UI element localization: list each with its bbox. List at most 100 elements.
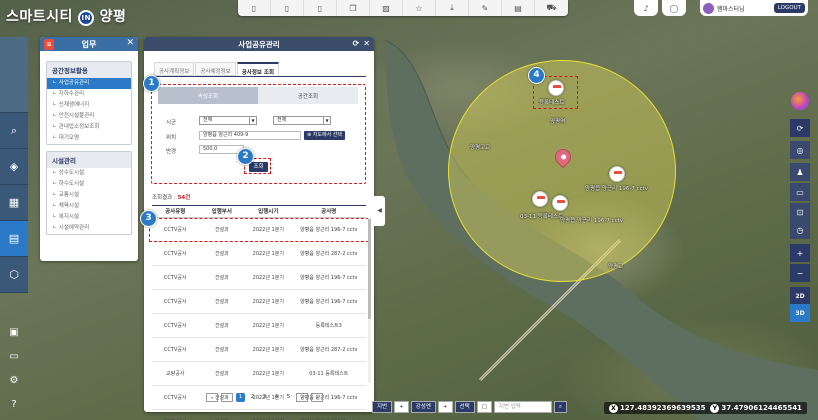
table-row[interactable]: CCTV공사건설과2022년 1분기양평읍 양근리 196-7 cctv	[152, 290, 366, 314]
menu-item[interactable]: ㄴ 신재생에너지	[47, 100, 131, 111]
table-row[interactable]: CCTV공사 건설과 2022년 1분기 양평읍 양근리 287-2 cctv	[152, 338, 366, 362]
menu-item[interactable]: ㄴ 교통시설	[47, 190, 131, 201]
checkbox[interactable]: □	[476, 401, 492, 413]
menu-item[interactable]: ㄴ 대기오염	[47, 133, 131, 144]
edit-icon[interactable]: ✎	[469, 0, 502, 16]
cube-icon[interactable]: ⬡	[0, 257, 28, 293]
book-icon[interactable]: ▤	[502, 0, 535, 16]
page-button[interactable]: 2	[248, 393, 257, 402]
globe-icon[interactable]	[791, 92, 809, 110]
document-icon[interactable]: ▤	[0, 221, 28, 257]
help-icon[interactable]: ?	[0, 392, 28, 416]
frame-icon[interactable]: ▭	[790, 183, 810, 201]
collapse-panel-button[interactable]: ◀	[374, 196, 385, 226]
history-icon[interactable]: ◷	[790, 221, 810, 239]
table-row[interactable]: CCTV공사건설과2022년 1분기양평읍 양근리 196-7 cctv	[152, 266, 366, 290]
next-page-button[interactable]: ›	[296, 393, 308, 402]
table-row[interactable]: 교량공사 건설과 2022년 1분기 03-11 등록테스트	[152, 362, 366, 386]
scrollbar-thumb[interactable]	[368, 219, 371, 319]
copy-icon[interactable]: ❐	[337, 0, 370, 16]
refresh-icon[interactable]: ⟳	[790, 119, 810, 137]
refresh-icon[interactable]: ⟳	[353, 39, 360, 48]
map-label: 양평역	[550, 119, 566, 125]
doc-icon[interactable]: ▯	[304, 0, 337, 16]
search-icon[interactable]: ⌕	[553, 401, 567, 413]
car-icon[interactable]: ⛟	[535, 0, 568, 16]
segment-spatial[interactable]: 공간조회	[258, 87, 358, 104]
sigun-select[interactable]: 전체 ▼	[199, 116, 257, 125]
result-label-text: 조회결과 :	[152, 195, 176, 201]
jibun-button[interactable]: 지번	[372, 401, 393, 413]
doc-icon[interactable]: ▯	[238, 0, 271, 16]
select-button[interactable]: 선택	[454, 401, 475, 413]
page-button[interactable]: 4	[272, 393, 281, 402]
jibun-search-input[interactable]: 지번 입력	[493, 401, 552, 413]
page-button[interactable]: 5	[284, 393, 293, 402]
menu-item[interactable]: ㄴ 하수도시설	[47, 179, 131, 190]
zoom-in-button[interactable]: +	[790, 244, 810, 262]
top-toolbar: ▯ ▯ ▯ ❐ ▨ ☆ ⤓ ✎ ▤ ⛟	[238, 0, 568, 16]
bell-icon[interactable]: ♪	[634, 0, 658, 16]
location-field[interactable]: 양평읍 양근리 409-9	[199, 131, 301, 140]
tab-query[interactable]: 공사정보 조회	[236, 62, 280, 76]
column-header[interactable]: 공사유형	[152, 206, 199, 217]
zoom-out-button[interactable]: −	[790, 264, 810, 282]
layers-icon[interactable]: ◈	[0, 149, 28, 185]
table-cell: CCTV공사	[152, 410, 199, 420]
mode-3d-button[interactable]: 3D	[790, 304, 810, 322]
gear-icon[interactable]: ⚙	[0, 368, 28, 392]
table-row[interactable]: CCTV공사 건설과 2022년 1분기 양평읍 양근리 287-2 cctv	[152, 242, 366, 266]
menu-item[interactable]: ㄴ 상수도시설	[47, 168, 131, 179]
menu-item[interactable]: ㄴ 안전시설물관리	[47, 111, 131, 122]
table-cell: 건설과	[214, 275, 229, 281]
page-button[interactable]: 3	[260, 393, 269, 402]
search-icon[interactable]: ⌕	[0, 113, 28, 149]
tab-plan[interactable]: 공사계획정보	[154, 62, 195, 76]
query-button[interactable]: 조회	[249, 162, 268, 172]
tab-scheduled[interactable]: 공사예정정보	[195, 62, 236, 76]
menu-item[interactable]: ㄴ 사업공유관리	[47, 78, 131, 89]
bottom-bar: 지번 + 강성엔 + 선택 □ 지번 입력 ⌕	[372, 400, 567, 414]
segment-attribute[interactable]: 속성조회	[158, 87, 258, 104]
chat-icon[interactable]: ◯	[662, 0, 686, 16]
column-header[interactable]: 입행시기	[245, 206, 292, 217]
report-icon[interactable]: ▣	[0, 320, 28, 344]
column-header[interactable]: 공사명	[292, 206, 366, 217]
doc-icon[interactable]: ▯	[271, 0, 304, 16]
menu-item[interactable]: ㄴ 지하수관리	[47, 89, 131, 100]
table-row[interactable]: CCTV공사건설과2022년 1분기양평읍 양근리 196-7 cctv	[152, 410, 366, 420]
mode-2d-button[interactable]: 2D	[790, 287, 810, 305]
close-icon[interactable]: ✕	[126, 38, 134, 48]
table-cell: 양평읍 양근리 287-2 cctv	[300, 251, 358, 257]
page-button[interactable]: 1	[236, 393, 245, 402]
main-panel-header: 사업공유관리 ⟳ ✕	[144, 37, 374, 51]
menu-item[interactable]: ㄴ 관내업소정보조회	[47, 122, 131, 133]
image-icon[interactable]: ▨	[370, 0, 403, 16]
download-icon[interactable]: ⤓	[436, 0, 469, 16]
header-icons: ♪ ◯	[634, 0, 686, 16]
menu-item[interactable]: ㄴ 복지시설	[47, 212, 131, 223]
prev-page-button[interactable]: ‹	[221, 393, 233, 402]
map-icon[interactable]: ▦	[0, 185, 28, 221]
column-header[interactable]: 입행부서	[199, 206, 246, 217]
close-icon[interactable]: ✕	[363, 39, 370, 48]
star-icon[interactable]: ☆	[403, 0, 436, 16]
line-select[interactable]: 강성엔	[410, 401, 436, 413]
last-page-button[interactable]: »	[311, 393, 323, 402]
map-select-button[interactable]: ⊕ 지도에서 선택	[304, 131, 345, 140]
first-page-button[interactable]: «	[206, 393, 218, 402]
calendar-marker-icon[interactable]	[609, 166, 625, 182]
app-logo[interactable]: 스마트시티 IN 양평	[6, 6, 126, 26]
compass-icon[interactable]: ◎	[790, 141, 810, 159]
menu-item[interactable]: ㄴ 시설예약관리	[47, 223, 131, 234]
table-row[interactable]: CCTV공사 건설과 2022년 1분기 등록테스트3	[152, 314, 366, 338]
street-view-icon[interactable]: ♟	[790, 163, 810, 181]
fullscreen-icon[interactable]: ⊡	[790, 203, 810, 221]
menu-item[interactable]: ㄴ 체육시설	[47, 201, 131, 212]
monitor-icon[interactable]: ▭	[0, 344, 28, 368]
calendar-marker-icon[interactable]	[532, 191, 548, 207]
logout-button[interactable]: LOGOUT	[773, 3, 805, 13]
y-label: Y	[710, 404, 720, 413]
calendar-marker-icon[interactable]	[552, 195, 568, 211]
dong-select[interactable]: 전체 ▼	[273, 116, 331, 125]
